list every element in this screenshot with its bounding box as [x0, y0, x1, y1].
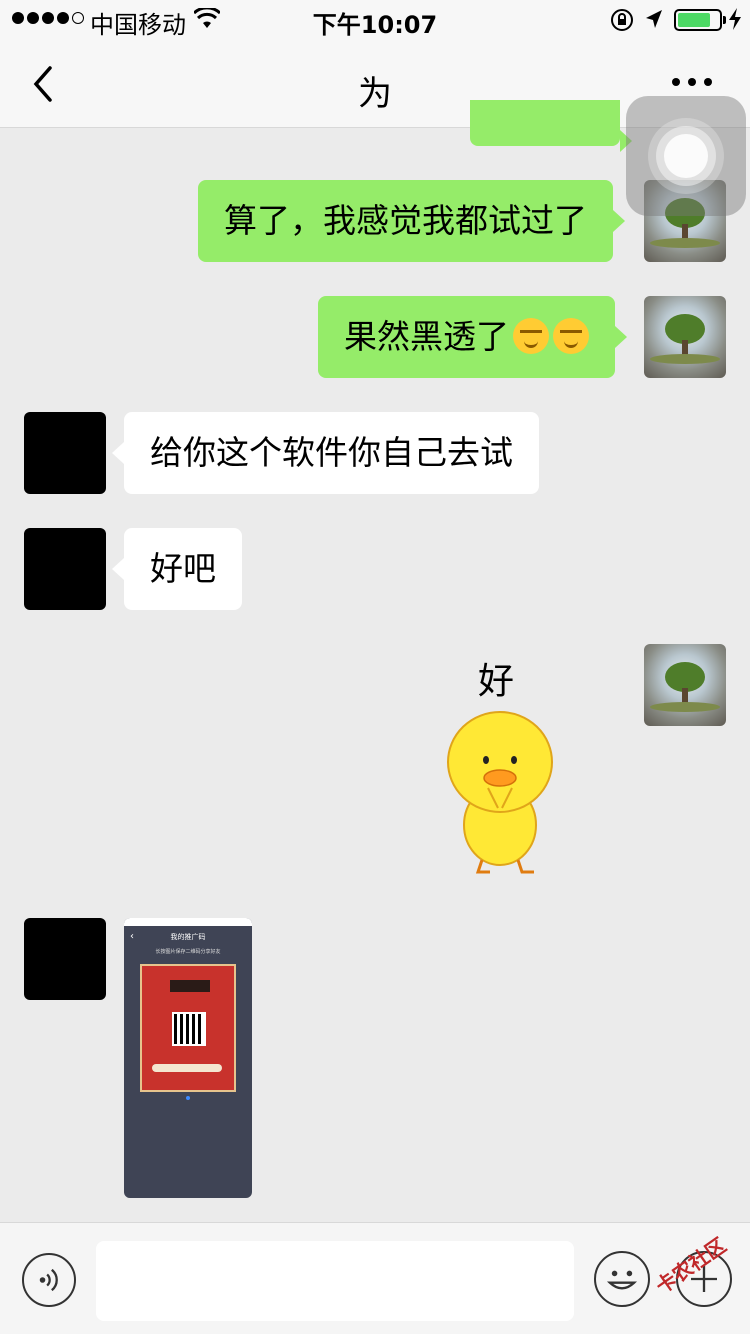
image-subheader: 长按图片保存二维码分享好友 [155, 949, 221, 955]
sticker-caption: 好 [478, 661, 515, 702]
ribbon-banner [152, 1064, 222, 1072]
assistive-touch-button[interactable] [626, 96, 746, 216]
yellow-duck-sticker[interactable] [440, 710, 560, 880]
brand-logo [170, 980, 210, 992]
message-text: 果然黑透了 [344, 317, 509, 356]
page-indicator-dot [186, 1096, 190, 1100]
message-bubble-incoming[interactable]: 好吧 [112, 528, 242, 610]
image-message[interactable]: ‹ 我的推广码 长按图片保存二维码分享好友 [124, 918, 252, 1198]
input-bar [0, 1222, 750, 1334]
partial-message-bubble [470, 100, 632, 152]
smiley-icon[interactable] [594, 1251, 650, 1307]
avatar-self[interactable] [644, 644, 726, 726]
more-dots-icon[interactable] [672, 78, 712, 86]
status-bar: 中国移动 下午10:07 [0, 0, 750, 40]
sweat-face-emoji-icon [513, 318, 549, 354]
orientation-lock-icon [611, 9, 633, 31]
avatar-contact[interactable] [24, 918, 106, 1000]
message-bubble-outgoing[interactable]: 果然黑透了 [318, 296, 627, 378]
message-input[interactable] [96, 1241, 574, 1321]
voice-icon[interactable] [22, 1253, 76, 1307]
sweat-face-emoji-icon [553, 318, 589, 354]
battery-level [678, 13, 710, 27]
message-text: 给你这个软件你自己去试 [150, 433, 513, 472]
location-arrow-icon [646, 10, 662, 28]
charging-icon [729, 8, 741, 30]
message-text: 算了，我感觉我都试过了 [224, 201, 587, 240]
qr-code-icon [172, 1012, 206, 1046]
avatar-contact[interactable] [24, 412, 106, 494]
promo-poster [140, 964, 236, 1092]
message-bubble-outgoing[interactable]: 算了，我感觉我都试过了 [198, 180, 625, 262]
avatar-contact[interactable] [24, 528, 106, 610]
image-header: ‹ 我的推广码 [130, 931, 206, 942]
message-bubble-incoming[interactable]: 给你这个软件你自己去试 [112, 412, 539, 494]
message-text: 好吧 [150, 549, 216, 588]
battery-icon [674, 9, 726, 31]
clock: 下午10:07 [312, 11, 438, 39]
avatar-self[interactable] [644, 296, 726, 378]
